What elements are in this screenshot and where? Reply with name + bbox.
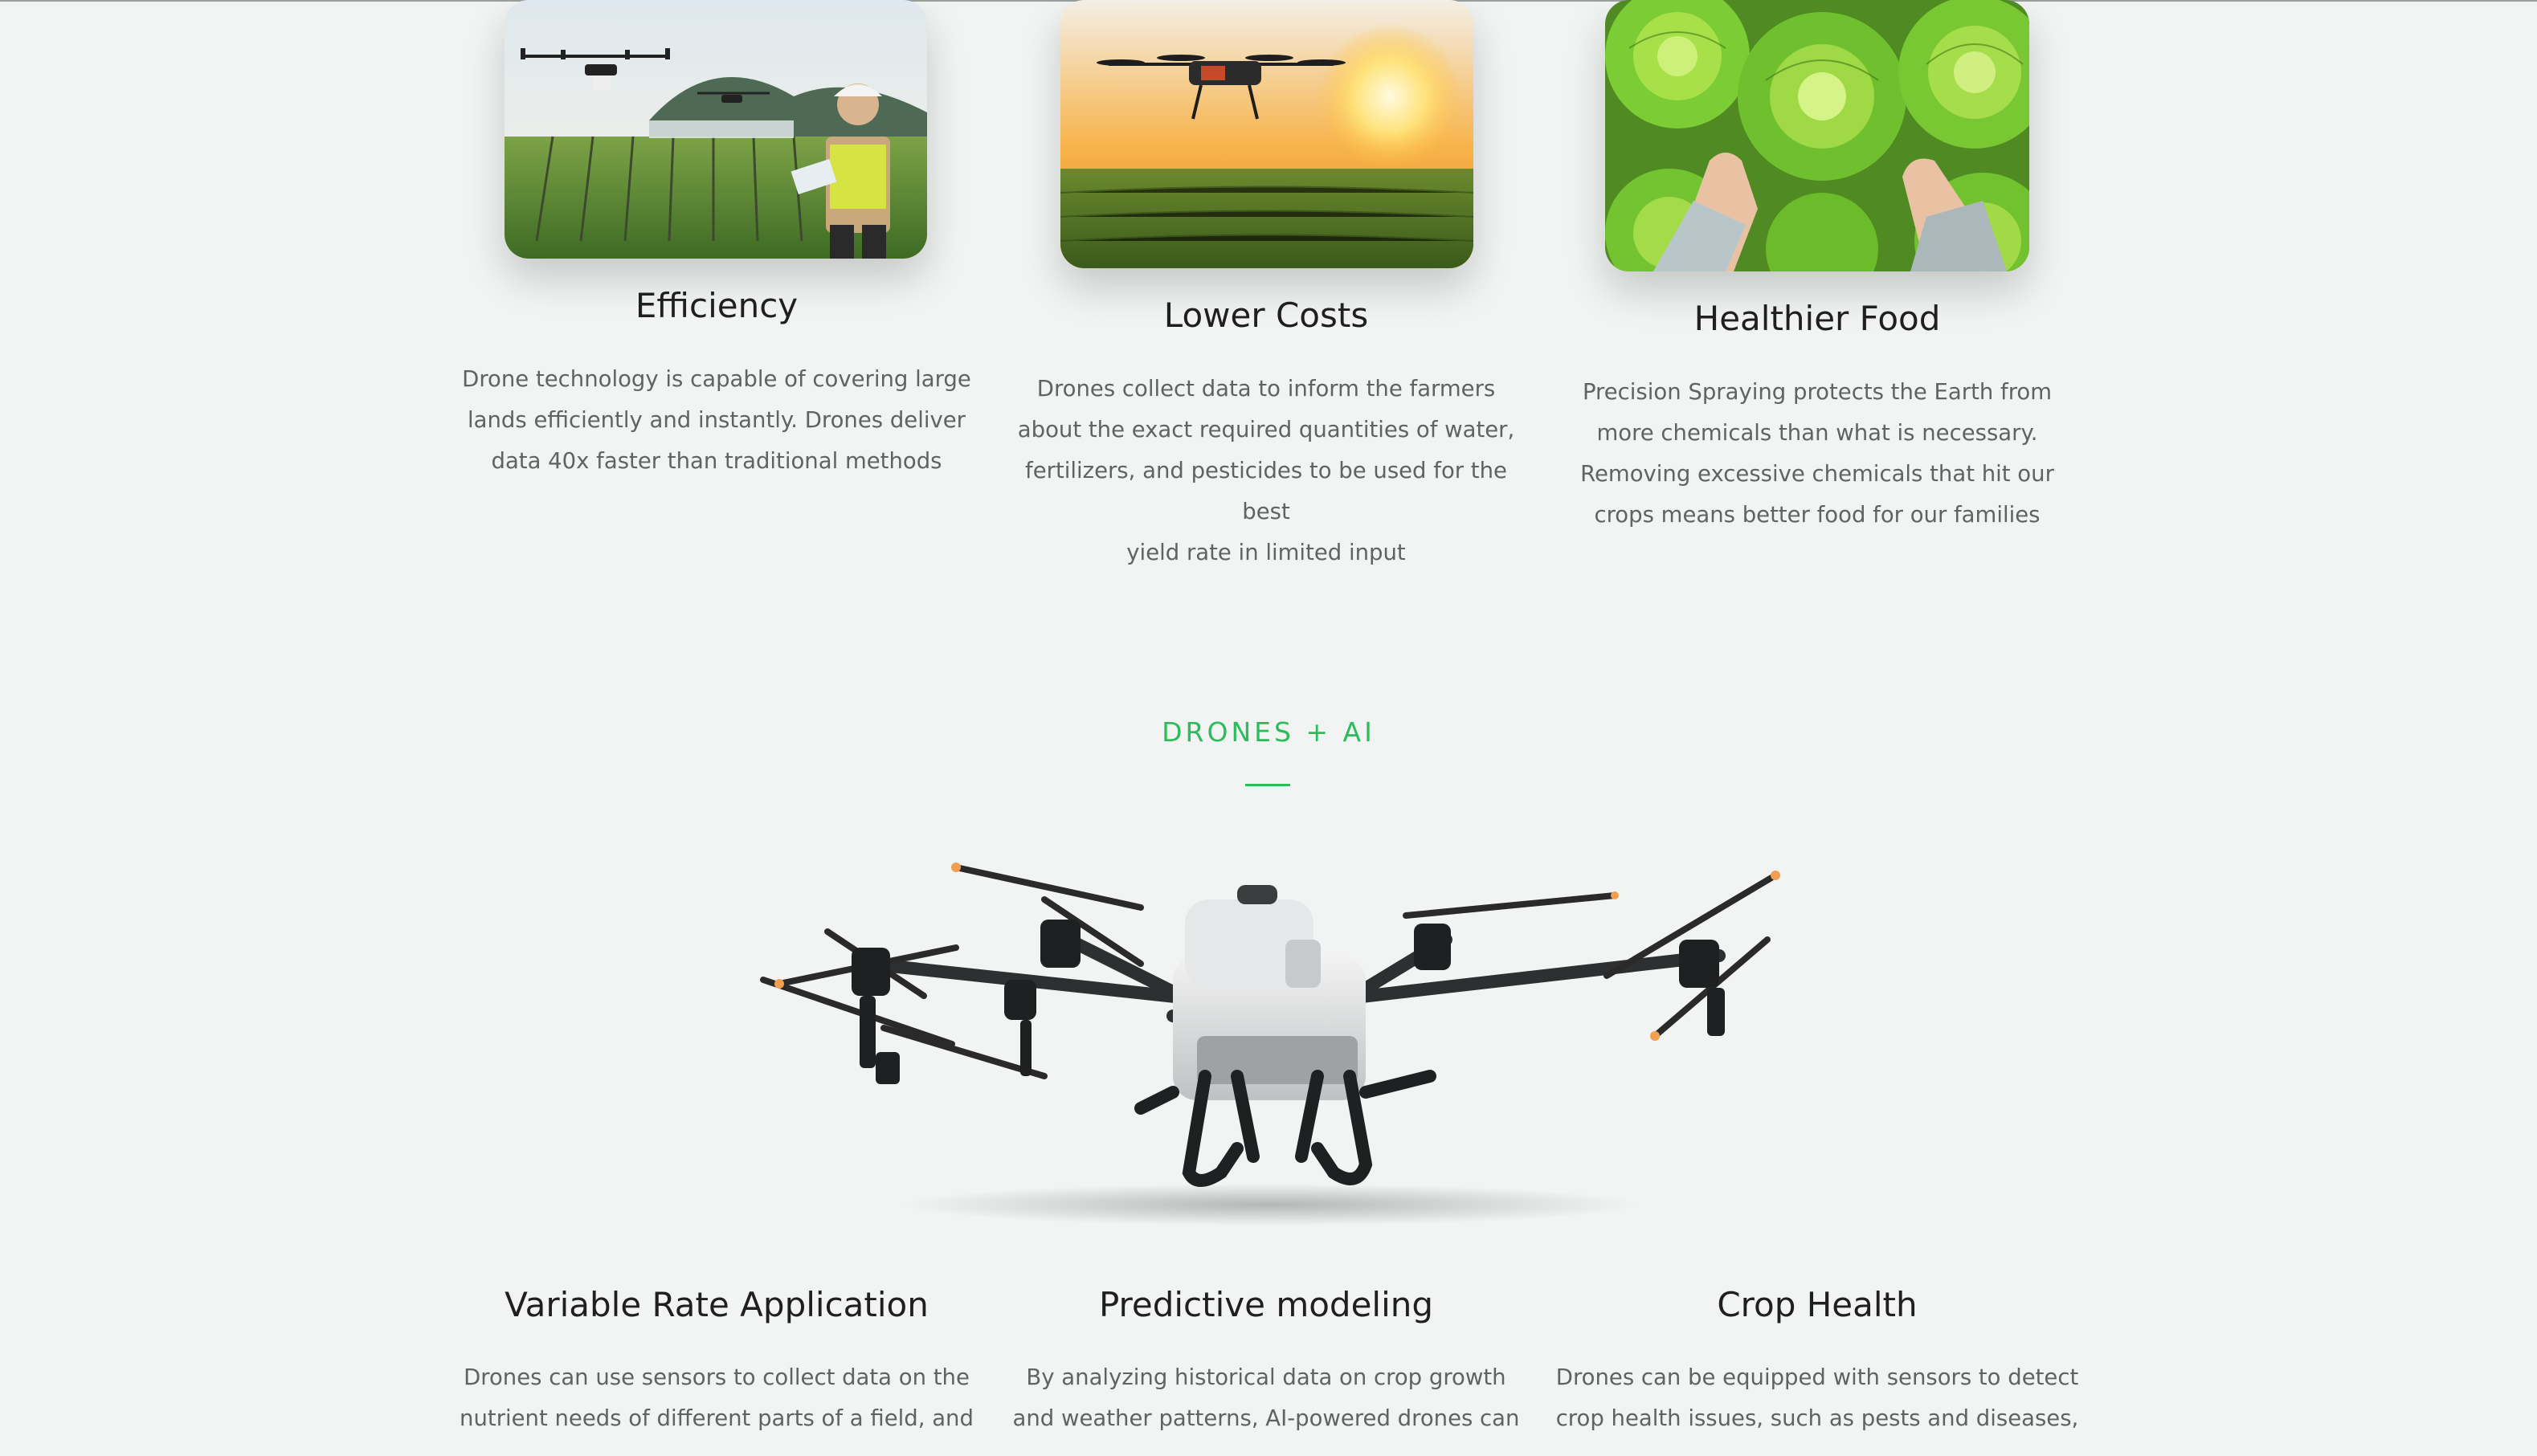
description-line: yield rate in limited input <box>1126 540 1406 565</box>
feature-title: Efficiency <box>635 286 799 325</box>
eyebrow-underline <box>1245 784 1290 786</box>
agricultural-spray-drone <box>723 835 1816 1237</box>
description-line: Drones can use sensors to collect data o… <box>464 1364 970 1390</box>
feature-title: Lower Costs <box>1163 296 1369 335</box>
description-line: Precision Spraying protects the Earth fr… <box>1582 379 2053 405</box>
description-line: data 40x faster than traditional methods <box>491 448 942 474</box>
ai-item-variable-rate: Variable Rate Application Drones can use… <box>451 1285 982 1456</box>
feature-lower-costs: Lower Costs Drones collect data to infor… <box>1001 0 1531 565</box>
ai-item-description: Drones can be equipped with sensors to d… <box>1552 1357 2082 1439</box>
feature-efficiency: Efficiency Drone technology is capable o… <box>451 0 982 514</box>
description-line: crop health issues, such as pests and di… <box>1555 1405 2079 1431</box>
ai-item-crop-health: Crop Health Drones can be equipped with … <box>1552 1285 2082 1456</box>
ai-item-description: By analyzing historical data on crop gro… <box>1001 1357 1531 1439</box>
description-line: By analyzing historical data on crop gro… <box>1026 1364 1506 1390</box>
description-line: Drones collect data to inform the farmer… <box>1036 376 1496 402</box>
drone-field-operator-photo <box>505 0 927 259</box>
description-line: nutrient needs of different parts of a f… <box>460 1405 974 1431</box>
ai-item-title: Crop Health <box>1717 1285 1918 1324</box>
drone-sunset-cornfield-photo <box>1060 0 1473 268</box>
description-line: lands efficiently and instantly. Drones … <box>468 407 966 433</box>
ai-item-title: Predictive modeling <box>1098 1285 1434 1324</box>
description-line: more chemicals than what is necessary. <box>1596 420 2038 446</box>
description-line: and weather patterns, AI-powered drones … <box>1012 1405 1520 1431</box>
lettuce-hands-photo <box>1605 0 2029 271</box>
ai-item-description: Drones can use sensors to collect data o… <box>451 1357 982 1439</box>
ai-item-title: Variable Rate Application <box>505 1285 929 1324</box>
description-line: about the exact required quantities of w… <box>1017 417 1515 443</box>
feature-description: Precision Spraying protects the Earth fr… <box>1552 372 2082 536</box>
description-line: crops means better food for our families <box>1594 502 2041 528</box>
description-line: Drones can be equipped with sensors to d… <box>1555 1364 2079 1390</box>
feature-description: Drone technology is capable of covering … <box>451 359 982 482</box>
feature-healthier-food: Healthier Food Precision Spraying protec… <box>1552 0 2082 546</box>
feature-description: Drones collect data to inform the farmer… <box>1001 369 1531 573</box>
section-eyebrow: DRONES + AI <box>1162 716 1375 748</box>
description-line: Drone technology is capable of covering … <box>462 366 971 392</box>
feature-title: Healthier Food <box>1693 299 1941 338</box>
ai-item-predictive-modeling: Predictive modeling By analyzing histori… <box>1001 1285 1531 1456</box>
description-line: fertilizers, and pesticides to be used f… <box>1025 458 1507 524</box>
description-line: Removing excessive chemicals that hit ou… <box>1580 461 2054 487</box>
